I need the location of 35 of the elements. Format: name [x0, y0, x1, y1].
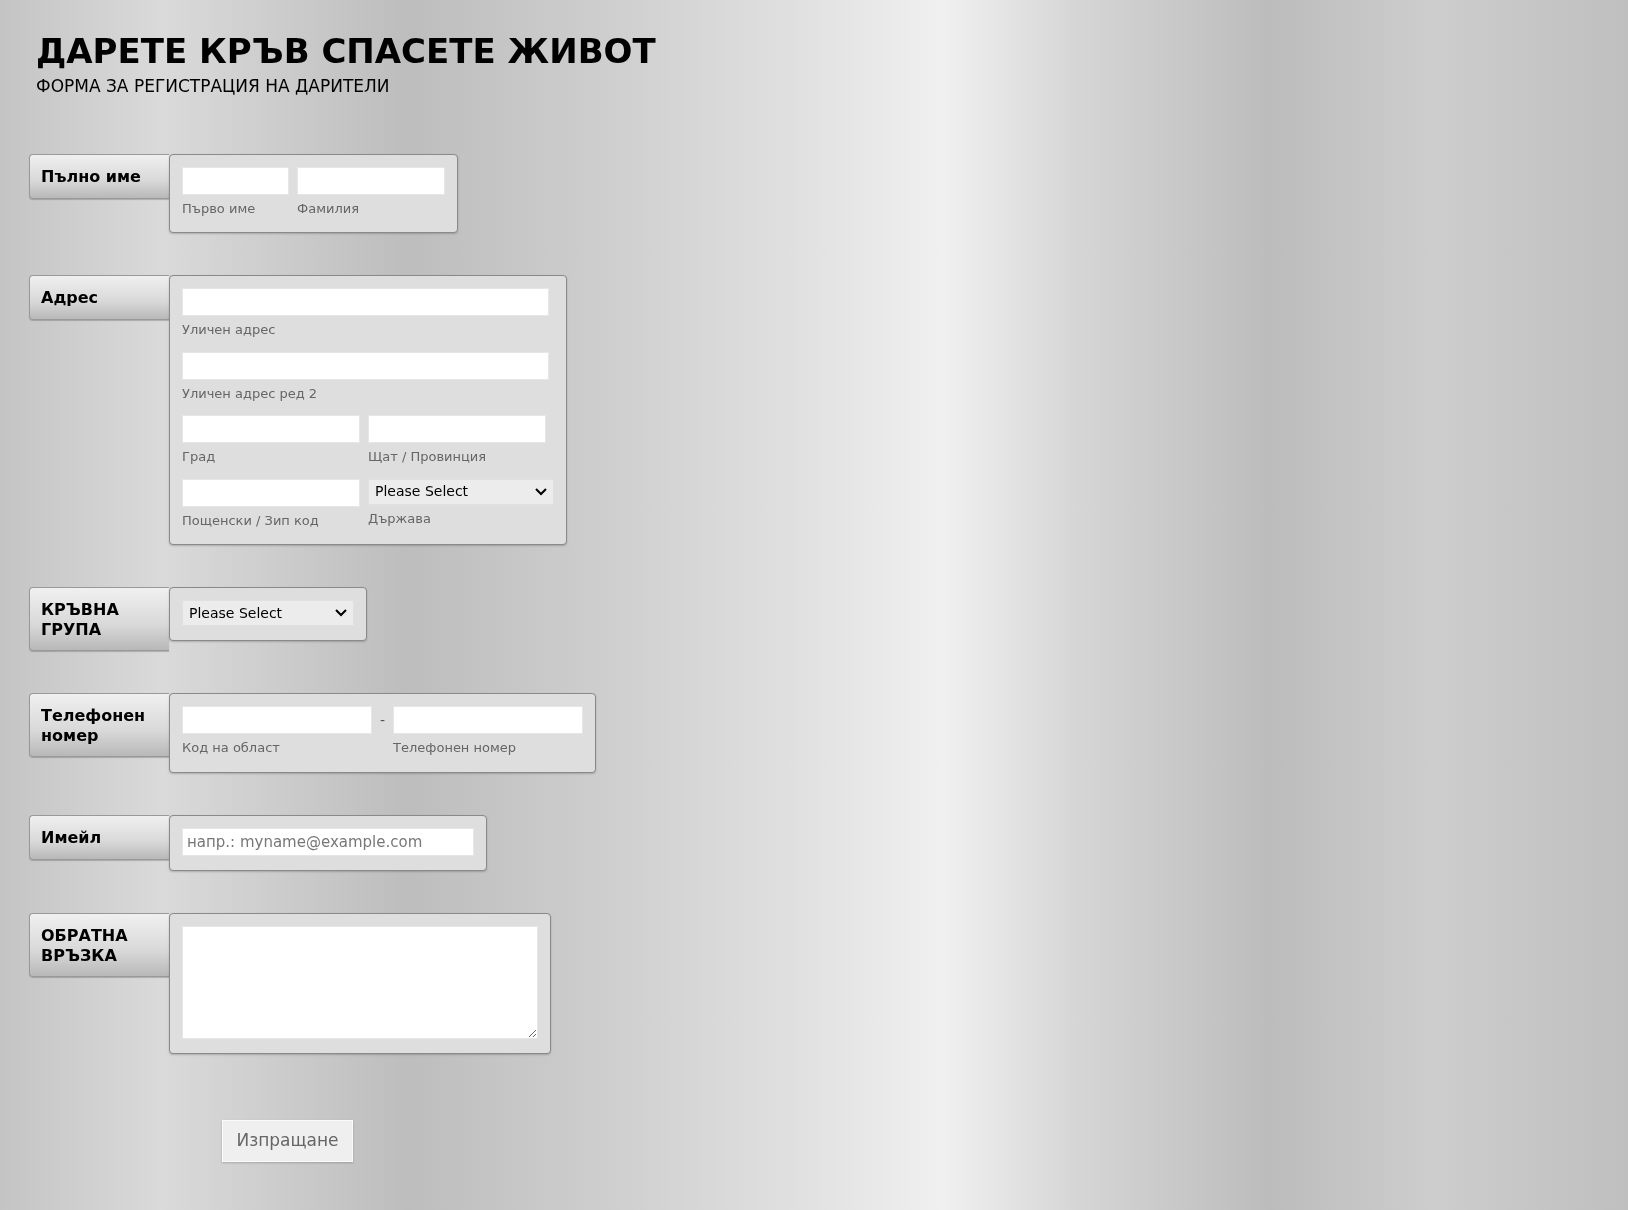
field-sublabel: Държава: [368, 509, 432, 528]
text-field[interactable]: [182, 415, 360, 443]
field-sublabel: Уличен адрес ред 2: [182, 384, 319, 403]
separator-dash: -: [380, 711, 386, 730]
text-field[interactable]: [182, 478, 360, 507]
section-label: Телефонен номер: [29, 693, 169, 757]
text-field[interactable]: [182, 166, 289, 195]
section-label: КРЪВНА ГРУПА: [29, 587, 169, 651]
field-sublabel: Уличен адрес: [182, 321, 277, 339]
page-subtitle: ФОРМА ЗА РЕГИСТРАЦИЯ НА ДАРИТЕЛИ: [36, 75, 391, 98]
text-field[interactable]: [182, 351, 549, 380]
select-dropdown[interactable]: Please Select: [182, 600, 354, 626]
section-label: Имейл: [29, 814, 169, 860]
section-label: Адрес: [29, 275, 169, 320]
submit-button[interactable]: Изпращане: [222, 1119, 353, 1162]
section-label: Пълно име: [29, 153, 169, 199]
text-field[interactable]: [393, 706, 584, 734]
field-sublabel: Щат / Провинция: [368, 448, 488, 466]
field-sublabel: Фамилия: [297, 199, 360, 218]
field-sublabel: Код на област: [182, 739, 281, 757]
section-label: ОБРАТНА ВРЪЗКА: [29, 912, 169, 977]
text-field[interactable]: [297, 166, 445, 195]
email-field[interactable]: напр.: myname@example.com: [182, 827, 474, 856]
field-sublabel: Първо име: [182, 199, 257, 218]
text-field[interactable]: [368, 415, 546, 443]
field-sublabel: Пощенски / Зип код: [182, 511, 320, 530]
chevron-down-icon: [535, 487, 547, 496]
field-sublabel: Телефонен номер: [393, 739, 518, 757]
field-sublabel: Град: [182, 448, 217, 466]
chevron-down-icon: [335, 609, 347, 617]
feedback-textarea[interactable]: [182, 925, 538, 1039]
select-dropdown[interactable]: Please Select: [368, 478, 554, 505]
text-field[interactable]: [182, 288, 549, 316]
text-field[interactable]: [182, 706, 372, 734]
page-title: ДАРЕТЕ КРЪВ СПАСЕТЕ ЖИВОТ: [36, 30, 657, 72]
